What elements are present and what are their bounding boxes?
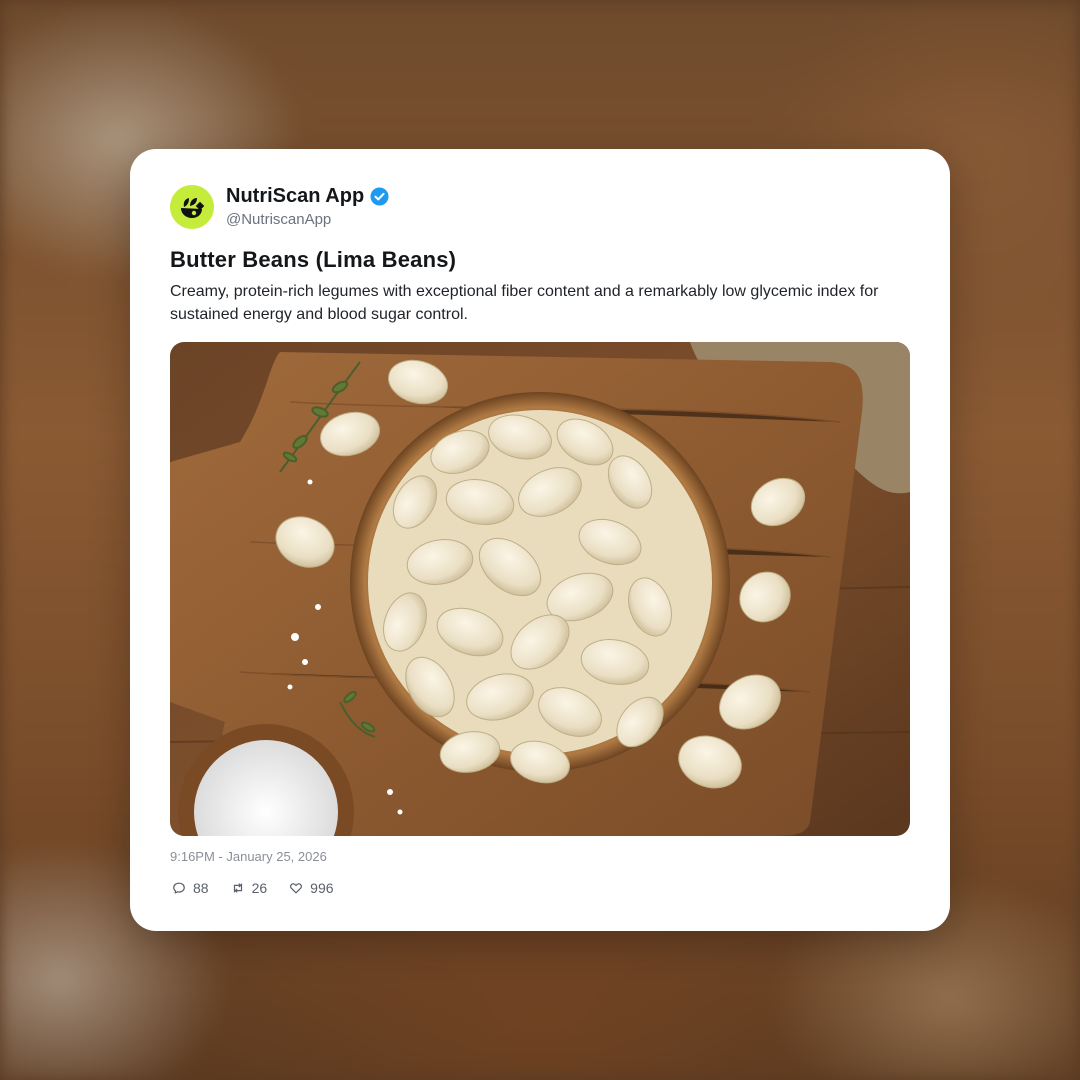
post-card: NutriScan App @NutriscanApp Butter Beans… — [130, 149, 950, 931]
leaf-logo-icon — [181, 198, 205, 218]
repost-button[interactable]: 26 — [231, 880, 268, 896]
post-timestamp[interactable]: 9:16PM - January 25, 2026 — [170, 849, 327, 864]
like-button[interactable]: 996 — [289, 880, 334, 896]
account-handle[interactable]: @NutriscanApp — [226, 211, 331, 228]
post-description: Creamy, protein-rich legumes with except… — [170, 283, 879, 323]
repost-icon — [233, 883, 242, 893]
reply-button[interactable]: 88 — [172, 880, 209, 896]
avatar[interactable] — [170, 185, 214, 229]
verified-badge-icon — [370, 187, 389, 206]
account-name[interactable]: NutriScan App — [226, 185, 364, 208]
like-count: 996 — [310, 880, 334, 896]
reply-icon — [173, 882, 185, 894]
heart-icon — [290, 883, 303, 894]
beans-photo — [170, 342, 910, 836]
account-name-row: NutriScan App — [226, 185, 389, 208]
reply-count: 88 — [193, 880, 209, 896]
engagement-bar: 88 26 996 — [172, 880, 334, 896]
repost-count: 26 — [251, 880, 268, 896]
post-image[interactable] — [170, 342, 910, 836]
post-title: Butter Beans (Lima Beans) — [170, 247, 457, 272]
